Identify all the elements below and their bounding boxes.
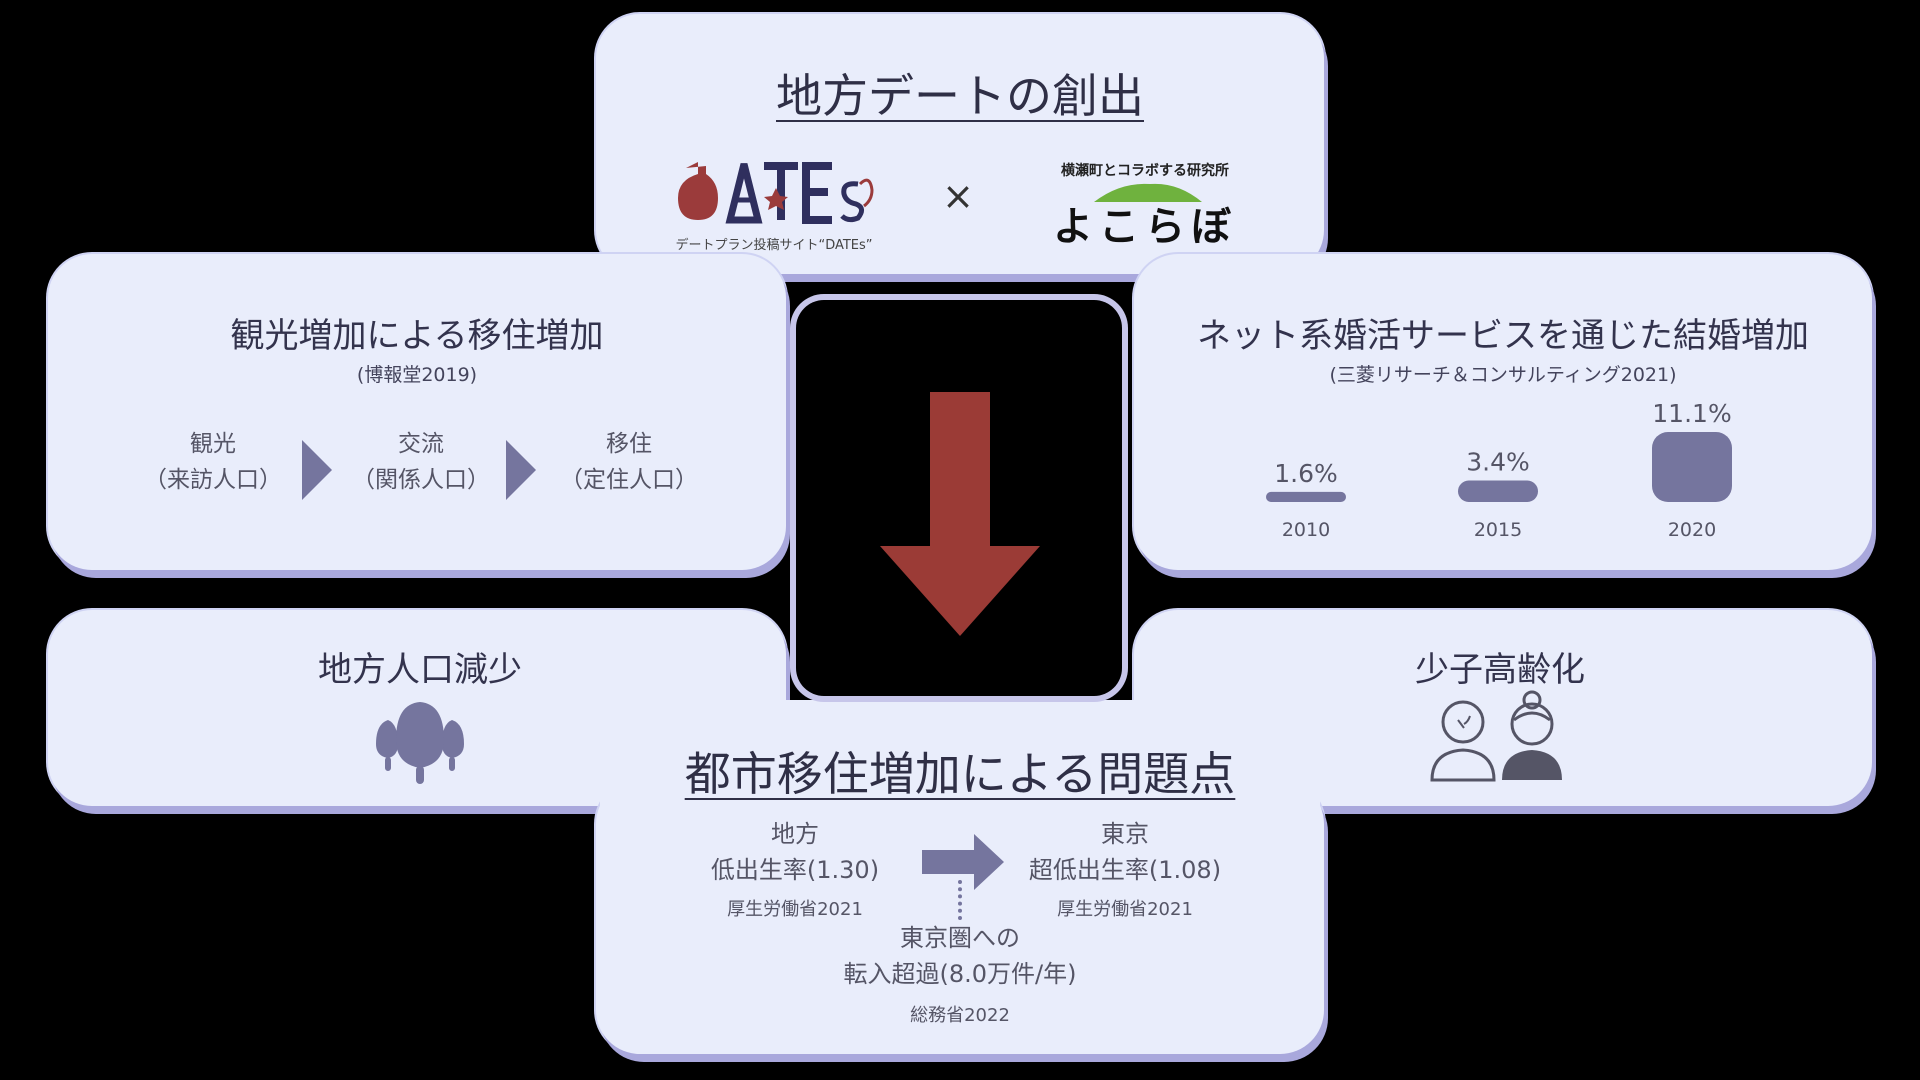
- migration-line1: 東京圏への: [900, 924, 1020, 952]
- chevron-right-icon: [506, 440, 536, 500]
- migration-source: 総務省2022: [910, 1005, 1010, 1026]
- bottom-title: 都市移住増加による問題点: [684, 747, 1236, 801]
- flow-step-sublabel: （来訪人口）: [144, 467, 282, 493]
- chart-value-label: 11.1%: [1652, 399, 1731, 428]
- chart-bar-2020: [1652, 432, 1732, 502]
- flow-step-tourism: 観光 （来訪人口）: [118, 426, 308, 498]
- chart-value-label: 3.4%: [1466, 448, 1530, 477]
- tokyo-label: 東京: [1101, 820, 1149, 848]
- flow-step-sublabel: （関係人口）: [352, 467, 490, 493]
- chart-bar-2015: [1458, 480, 1538, 502]
- right-panel-title: ネット系婚活サービスを通じた結婚増加: [1197, 316, 1809, 356]
- yokolab-name: よこらぼ: [1053, 204, 1237, 250]
- flow-step-exchange: 交流 （関係人口）: [326, 426, 516, 498]
- bottom-left-title: 地方人口減少: [318, 650, 522, 690]
- flow-step-sublabel: （定住人口）: [560, 467, 698, 493]
- flow-step-label: 交流: [398, 431, 444, 457]
- bottom-right-title: 少子高齢化: [1415, 650, 1585, 690]
- marriage-chart: 1.6% 2010 3.4% 2015 11.1% 2020: [1134, 390, 1872, 541]
- tokyo-block: 東京 超低出生率(1.08) 厚生労働省2021: [1020, 816, 1230, 928]
- chart-year-label: 2010: [1282, 519, 1330, 540]
- chart-year-label: 2020: [1668, 519, 1716, 540]
- dates-caption: デートプラン投稿サイト“DATEs”: [675, 238, 873, 253]
- population-decline-icon: [376, 702, 464, 784]
- arrow-right-icon: [922, 834, 1004, 890]
- yokolab-logo: 横瀬町とコラボする研究所 よこらぼ: [1050, 160, 1240, 250]
- dates-logo-icon: [678, 162, 874, 224]
- tokyo-rate: 超低出生率(1.08): [1028, 856, 1222, 884]
- local-rate: 低出生率(1.30): [710, 856, 880, 884]
- down-arrow-icon: [880, 392, 1040, 636]
- migration-block: 東京圏への 転入超過(8.0万件/年) 総務省2022: [760, 920, 1160, 1034]
- yokolab-arc-text: 横瀬町とコラボする研究所: [1061, 163, 1229, 179]
- chart-value-label: 1.6%: [1274, 459, 1338, 488]
- flow-step-migration: 移住 （定住人口）: [534, 426, 724, 498]
- local-label: 地方: [771, 820, 819, 848]
- flow-step-label: 観光: [190, 431, 236, 457]
- migration-line2: 転入超過(8.0万件/年): [843, 960, 1077, 988]
- cross-symbol: ×: [942, 174, 974, 218]
- left-panel-title: 観光増加による移住増加: [230, 316, 604, 356]
- local-block: 地方 低出生率(1.30) 厚生労働省2021: [690, 816, 900, 928]
- top-title: 地方デートの創出: [776, 69, 1144, 123]
- left-panel-source: (博報堂2019): [356, 364, 478, 386]
- chart-bar-2010: [1266, 491, 1346, 502]
- chart-year-label: 2015: [1474, 519, 1522, 540]
- marriage-chart-svg: 1.6% 2010 3.4% 2015 11.1% 2020: [1266, 399, 1732, 541]
- left-panel: [48, 254, 786, 570]
- dates-logo: デートプラン投稿サイト“DATEs”: [672, 160, 876, 253]
- flow-step-label: 移住: [606, 431, 652, 457]
- right-panel-source: (三菱リサーチ＆コンサルティング2021): [1329, 364, 1677, 386]
- elderly-couple-icon: [1430, 690, 1562, 782]
- dotted-connector: [958, 880, 962, 920]
